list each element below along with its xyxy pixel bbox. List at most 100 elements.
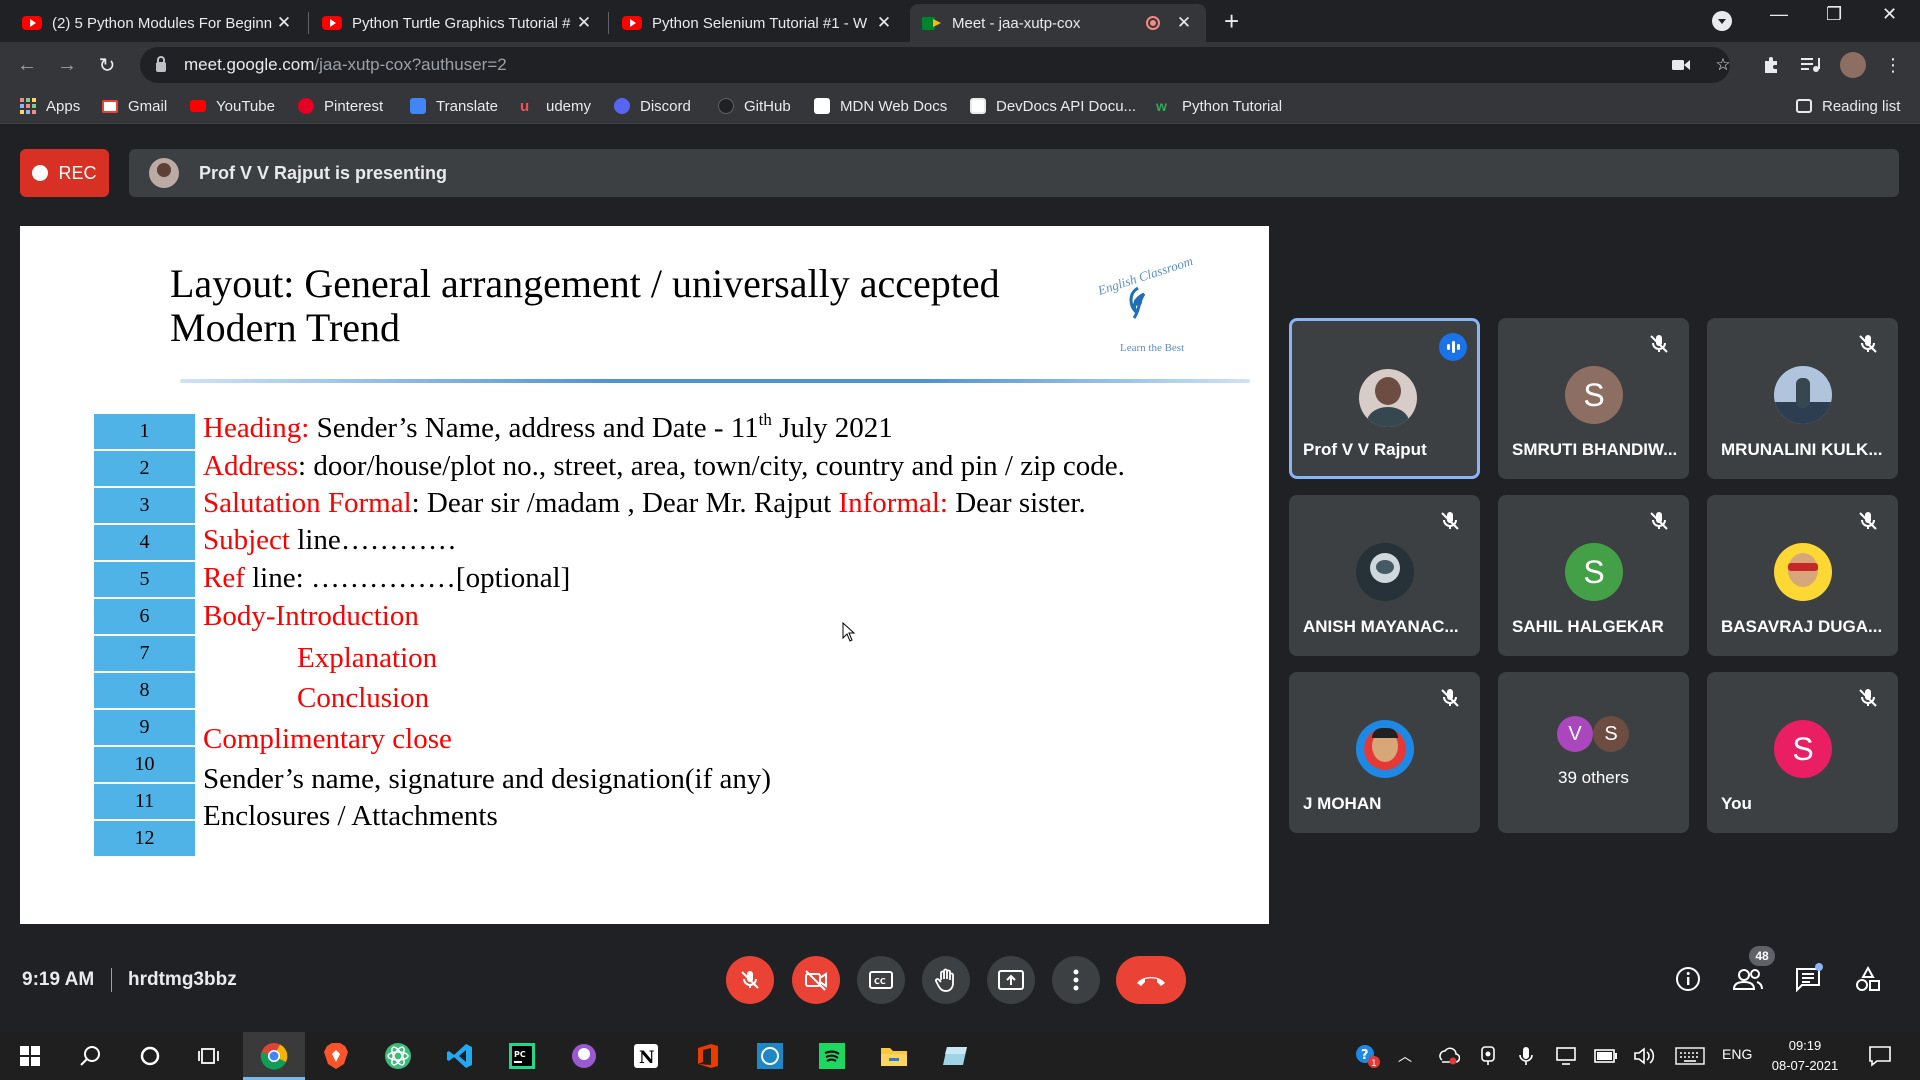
window-close-icon[interactable]: ✕ — [1882, 4, 1897, 25]
chevron-up-icon[interactable]: ︿ — [1398, 1046, 1412, 1066]
mic-off-icon — [1441, 689, 1459, 707]
participant-tile[interactable]: BASAVRAJ DUGA... — [1707, 495, 1898, 656]
spotify-icon[interactable] — [816, 1040, 848, 1072]
leave-call-button[interactable] — [1116, 956, 1186, 1004]
notion-icon[interactable]: N — [630, 1040, 662, 1072]
participant-count-badge: 48 — [1749, 946, 1775, 966]
others-avatar: V — [1557, 716, 1593, 752]
bookmark-python-tutorial[interactable]: w Python Tutorial — [1156, 95, 1282, 117]
vscode-icon[interactable] — [444, 1040, 476, 1072]
participant-tile[interactable]: J MOHAN — [1289, 672, 1480, 833]
browser-tab[interactable]: (2) 5 Python Modules For Beginn ✕ — [10, 4, 306, 42]
address-bar[interactable]: meet.google.com/jaa-xutp-cox?authuser=2 — [140, 47, 1730, 83]
tab-search-icon[interactable] — [1712, 11, 1732, 31]
task-view-icon[interactable] — [194, 1040, 226, 1072]
onedrive-icon[interactable] — [1432, 1040, 1464, 1072]
help-notification-icon[interactable]: ? 1 — [1352, 1040, 1384, 1072]
bookmark-github[interactable]: GitHub — [718, 95, 791, 117]
close-icon[interactable]: ✕ — [874, 13, 894, 33]
participant-tile-self[interactable]: S You — [1707, 672, 1898, 833]
browser-tab-active[interactable]: Meet - jaa-xutp-cox ✕ — [910, 4, 1206, 42]
close-icon[interactable]: ✕ — [574, 13, 594, 33]
participant-tile[interactable]: Prof V V Rajput — [1289, 318, 1480, 479]
activities-button[interactable] — [1851, 962, 1885, 996]
minimize-icon[interactable]: — — [1770, 4, 1788, 25]
participant-tile[interactable]: ANISH MAYANAC... — [1289, 495, 1480, 656]
notification-center-icon[interactable] — [1864, 1040, 1896, 1072]
meeting-code[interactable]: hrdtmg3bbz — [128, 969, 237, 991]
pycharm-icon[interactable]: PC — [506, 1040, 538, 1072]
close-icon[interactable]: ✕ — [1174, 13, 1194, 33]
browser-tab[interactable]: Python Turtle Graphics Tutorial # ✕ — [310, 4, 606, 42]
row-text: Sender’s name, signature and designation… — [203, 763, 772, 795]
forward-icon[interactable]: → — [52, 50, 82, 80]
camera-toggle-button[interactable] — [792, 956, 840, 1004]
bookmark-devdocs[interactable]: DevDocs API Docu... — [970, 95, 1136, 117]
lock-icon[interactable] — [156, 56, 166, 72]
keyboard-icon[interactable] — [1674, 1040, 1706, 1072]
back-icon[interactable]: ← — [12, 50, 42, 80]
windows-start-icon[interactable] — [14, 1040, 46, 1072]
profile-avatar[interactable] — [1840, 52, 1866, 78]
browser-tab[interactable]: Python Selenium Tutorial #1 - W ✕ — [610, 4, 906, 42]
bookmark-pinterest[interactable]: Pinterest — [298, 95, 383, 117]
people-button[interactable] — [1731, 962, 1765, 996]
raise-hand-button[interactable] — [922, 956, 970, 1004]
pinterest-icon — [298, 98, 314, 114]
file-explorer-icon[interactable] — [878, 1040, 910, 1072]
meeting-time: 9:19 AM — [22, 969, 95, 990]
participant-tile[interactable]: S SAHIL HALGEKAR — [1498, 495, 1689, 656]
brave-icon[interactable] — [320, 1040, 352, 1072]
bookmarks-bar: Apps Gmail YouTube Pinterest Translate u… — [0, 88, 1920, 124]
meeting-details-button[interactable] — [1671, 962, 1705, 996]
media-control-icon[interactable] — [1800, 54, 1822, 76]
microphone-toggle-button[interactable] — [726, 956, 774, 1004]
battery-icon[interactable] — [1590, 1040, 1622, 1072]
network-icon[interactable] — [1550, 1040, 1582, 1072]
office-icon[interactable] — [692, 1040, 724, 1072]
atom-icon[interactable] — [382, 1040, 414, 1072]
volume-icon[interactable] — [1628, 1040, 1660, 1072]
participant-tile-others[interactable]: V S 39 others — [1498, 672, 1689, 833]
captions-button[interactable]: CC — [857, 956, 905, 1004]
participant-tile[interactable]: MRUNALINI KULK... — [1707, 318, 1898, 479]
bookmark-discord[interactable]: Discord — [614, 95, 691, 117]
input-language[interactable]: ENG — [1722, 1046, 1752, 1062]
close-icon[interactable]: ✕ — [274, 13, 294, 33]
search-icon[interactable] — [74, 1040, 106, 1072]
present-now-button[interactable] — [987, 956, 1035, 1004]
github-desktop-icon[interactable] — [568, 1040, 600, 1072]
bookmark-apps[interactable]: Apps — [20, 95, 80, 117]
new-tab-button[interactable]: + — [1224, 8, 1239, 34]
extensions-icon[interactable] — [1760, 54, 1782, 76]
microphone-icon[interactable] — [1510, 1040, 1542, 1072]
row-label: Address — [203, 450, 299, 482]
presentation-slide: Layout: General arrangement / universall… — [20, 226, 1269, 924]
more-options-button[interactable] — [1052, 956, 1100, 1004]
app-icon[interactable] — [940, 1040, 972, 1072]
clock-date: 08-07-2021 — [1771, 1058, 1839, 1073]
webcam-icon[interactable] — [1472, 1040, 1504, 1072]
reading-list[interactable]: Reading list — [1796, 95, 1900, 117]
reload-icon[interactable]: ↻ — [92, 50, 122, 80]
bookmark-gmail[interactable]: Gmail — [102, 95, 167, 117]
participant-name: MRUNALINI KULK... — [1721, 440, 1883, 459]
bookmark-star-icon[interactable]: ☆ — [1712, 54, 1734, 76]
recording-indicator[interactable]: REC — [20, 149, 109, 197]
system-clock[interactable]: 09:19 08-07-2021 — [1760, 1036, 1850, 1076]
restore-icon[interactable]: ❐ — [1826, 4, 1842, 25]
camera-icon[interactable] — [1670, 54, 1692, 76]
bookmark-translate[interactable]: Translate — [410, 95, 498, 117]
avatar-initial: S — [1583, 376, 1605, 413]
chrome-icon[interactable] — [258, 1040, 290, 1072]
bookmark-udemy[interactable]: u udemy — [520, 95, 591, 117]
participant-tile[interactable]: S SMRUTI BHANDIW... — [1498, 318, 1689, 479]
slide-row-complimentary-close: Complimentary close — [203, 723, 452, 756]
whatsapp-icon[interactable] — [754, 1040, 786, 1072]
row-number: 2 — [93, 450, 196, 487]
cortana-icon[interactable] — [134, 1040, 166, 1072]
others-count-label: 39 others — [1558, 768, 1629, 787]
bookmark-mdn[interactable]: MDN Web Docs — [814, 95, 947, 117]
bookmark-youtube[interactable]: YouTube — [190, 95, 275, 117]
browser-menu-icon[interactable]: ⋮ — [1882, 54, 1904, 76]
